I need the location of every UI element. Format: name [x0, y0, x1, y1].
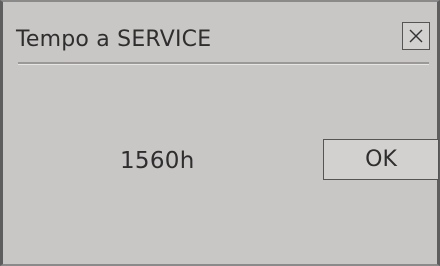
service-time-value: 1560h	[120, 148, 195, 174]
close-icon	[408, 28, 424, 44]
dialog-title: Tempo a SERVICE	[16, 27, 212, 52]
title-divider	[18, 62, 429, 65]
close-button[interactable]	[402, 22, 430, 50]
service-time-dialog: Tempo a SERVICE 1560h OK	[0, 0, 440, 266]
ok-button[interactable]: OK	[323, 139, 439, 180]
